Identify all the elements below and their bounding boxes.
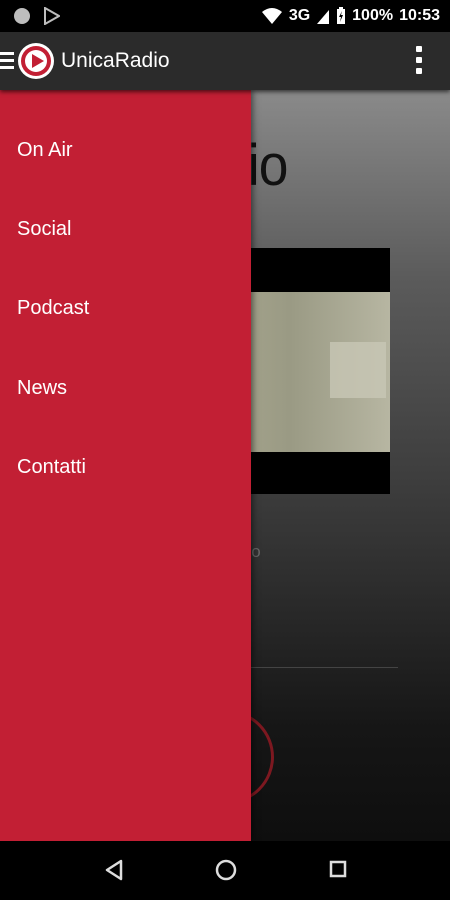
back-icon[interactable] xyxy=(104,859,124,881)
drawer-item-on-air[interactable]: On Air xyxy=(17,139,73,162)
clock: 10:53 xyxy=(399,7,440,24)
play-store-icon xyxy=(44,7,60,25)
drawer-item-contatti[interactable]: Contatti xyxy=(17,456,86,479)
menu-icon[interactable] xyxy=(0,52,14,70)
drawer-item-social[interactable]: Social xyxy=(17,218,71,241)
recents-icon[interactable] xyxy=(329,859,347,879)
system-nav-bar xyxy=(0,841,450,900)
app-title: UnicaRadio xyxy=(61,49,170,72)
battery-level: 100% xyxy=(352,7,394,24)
artwork-window xyxy=(330,342,386,398)
home-icon[interactable] xyxy=(215,859,237,881)
notification-icons xyxy=(14,7,60,25)
signal-icon xyxy=(317,10,330,24)
divider xyxy=(250,667,398,668)
unicaradio-logo-icon xyxy=(18,43,54,79)
overflow-menu-icon[interactable] xyxy=(416,46,422,74)
network-type: 3G xyxy=(288,7,311,24)
status-indicators: 3G 100% 10:53 xyxy=(261,0,440,32)
status-bar: 3G 100% 10:53 xyxy=(0,0,450,32)
navigation-drawer: On Air Social Podcast News Contatti xyxy=(0,90,251,841)
drawer-item-news[interactable]: News xyxy=(17,377,67,400)
notification-dot-icon xyxy=(14,8,30,24)
drawer-item-podcast[interactable]: Podcast xyxy=(17,297,89,320)
wifi-icon xyxy=(261,8,282,24)
app-bar: UnicaRadio xyxy=(0,32,450,90)
battery-charging-icon xyxy=(337,7,346,24)
